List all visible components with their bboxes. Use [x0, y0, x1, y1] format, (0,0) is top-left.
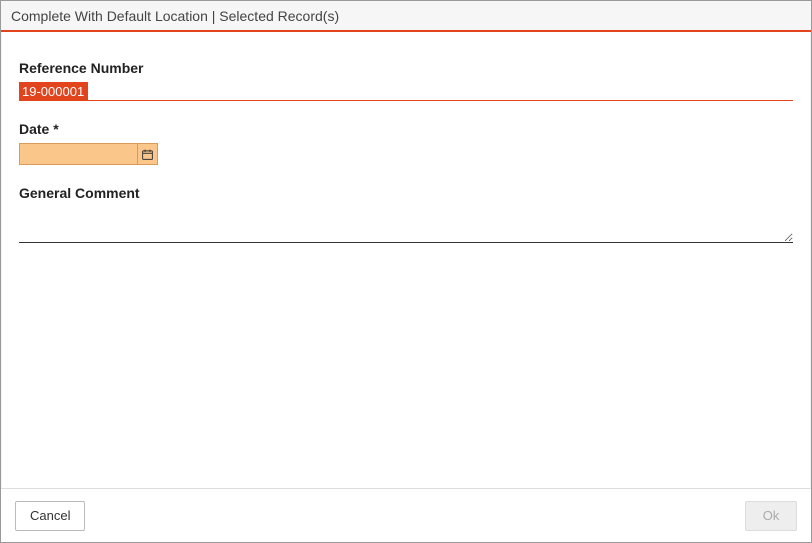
field-comment: General Comment: [19, 185, 793, 246]
field-reference: Reference Number 19-000001: [19, 60, 793, 101]
date-input-row: [19, 143, 793, 165]
dialog-window: Complete With Default Location | Selecte…: [0, 0, 812, 543]
cancel-button[interactable]: Cancel: [15, 501, 85, 531]
field-date: Date *: [19, 121, 793, 165]
comment-textarea[interactable]: [19, 207, 793, 243]
date-picker-button[interactable]: [138, 143, 158, 165]
reference-value[interactable]: 19-000001: [19, 82, 88, 100]
dialog-footer: Cancel Ok: [1, 488, 811, 542]
dialog-header: Complete With Default Location | Selecte…: [1, 1, 811, 32]
dialog-title: Complete With Default Location | Selecte…: [11, 8, 339, 24]
comment-label: General Comment: [19, 185, 793, 201]
calendar-icon: [141, 148, 154, 161]
reference-label: Reference Number: [19, 60, 793, 76]
dialog-body: Reference Number 19-000001 Date *: [1, 32, 811, 488]
reference-input-row[interactable]: 19-000001: [19, 82, 793, 101]
ok-button[interactable]: Ok: [745, 501, 797, 531]
date-input[interactable]: [19, 143, 138, 165]
date-label: Date *: [19, 121, 793, 137]
